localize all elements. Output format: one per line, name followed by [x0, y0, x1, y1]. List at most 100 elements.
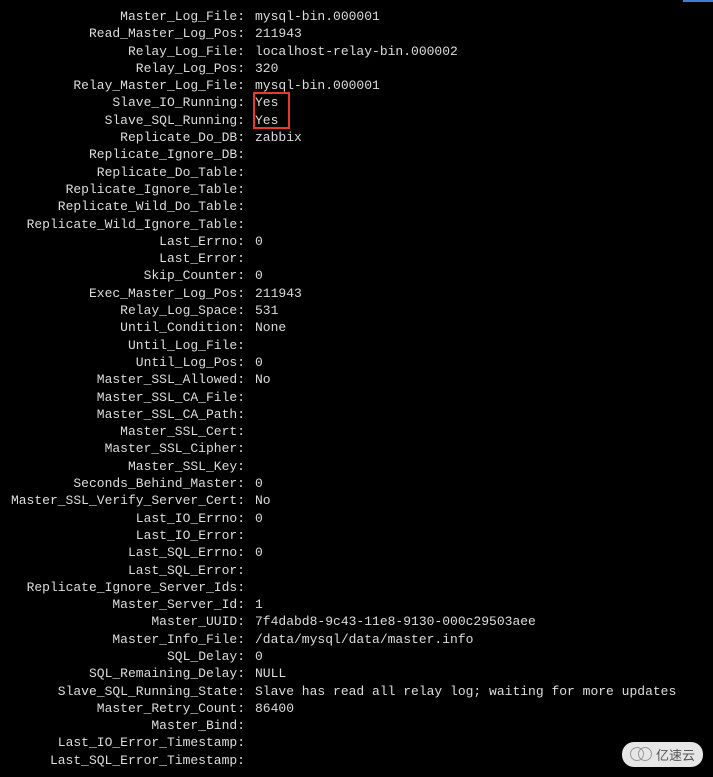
status-row: Master_SSL_Cipher:: [0, 440, 713, 457]
status-label: Last_IO_Error_Timestamp:: [0, 734, 249, 751]
status-row: Exec_Master_Log_Pos:211943: [0, 285, 713, 302]
status-row: Replicate_Ignore_Server_Ids:: [0, 579, 713, 596]
status-label: Master_Bind:: [0, 717, 249, 734]
status-value: [249, 216, 713, 233]
status-row: Master_Retry_Count:86400: [0, 700, 713, 717]
status-row: Relay_Log_File:localhost-relay-bin.00000…: [0, 43, 713, 60]
status-label: Master_SSL_Allowed:: [0, 371, 249, 388]
status-value: [249, 389, 713, 406]
status-row: Last_Errno:0: [0, 233, 713, 250]
status-row: Last_SQL_Error_Timestamp:: [0, 752, 713, 769]
status-label: Skip_Counter:: [0, 267, 249, 284]
status-value: Slave has read all relay log; waiting fo…: [249, 683, 713, 700]
status-row: Last_IO_Error:: [0, 527, 713, 544]
status-value: [249, 146, 713, 163]
status-label: Replicate_Ignore_Table:: [0, 181, 249, 198]
status-row: Relay_Log_Pos:320: [0, 60, 713, 77]
status-label: Master_SSL_Cert:: [0, 423, 249, 440]
status-label: Last_SQL_Errno:: [0, 544, 249, 561]
status-label: SQL_Remaining_Delay:: [0, 665, 249, 682]
status-label: Until_Condition:: [0, 319, 249, 336]
status-label: Relay_Master_Log_File:: [0, 77, 249, 94]
status-row: Last_SQL_Errno:0: [0, 544, 713, 561]
status-row: Master_SSL_CA_Path:: [0, 406, 713, 423]
status-value: 86400: [249, 700, 713, 717]
status-row: Replicate_Wild_Ignore_Table:: [0, 216, 713, 233]
status-value: 0: [249, 475, 713, 492]
status-value: /data/mysql/data/master.info: [249, 631, 713, 648]
status-label: Last_Error:: [0, 250, 249, 267]
status-row: Replicate_Wild_Do_Table:: [0, 198, 713, 215]
status-value: No: [249, 492, 713, 509]
status-value: 0: [249, 510, 713, 527]
status-label: Master_SSL_Verify_Server_Cert:: [0, 492, 249, 509]
status-row: Master_Log_File:mysql-bin.000001: [0, 8, 713, 25]
status-value: mysql-bin.000001: [249, 77, 713, 94]
status-row: Replicate_Do_Table:: [0, 164, 713, 181]
status-value: 531: [249, 302, 713, 319]
watermark-text: 亿速云: [656, 745, 695, 764]
watermark: 亿速云: [622, 742, 703, 767]
status-value: [249, 717, 713, 734]
status-value: 0: [249, 233, 713, 250]
status-value: Yes: [249, 112, 713, 129]
status-row: Master_SSL_Key:: [0, 458, 713, 475]
status-row: Until_Log_Pos:0: [0, 354, 713, 371]
status-value: NULL: [249, 665, 713, 682]
highlighted-value: Yes: [255, 94, 278, 111]
status-value: 0: [249, 354, 713, 371]
status-value: [249, 423, 713, 440]
status-value: [249, 164, 713, 181]
status-row: Master_Info_File:/data/mysql/data/master…: [0, 631, 713, 648]
status-label: Replicate_Wild_Do_Table:: [0, 198, 249, 215]
status-value: 7f4dabd8-9c43-11e8-9130-000c29503aee: [249, 613, 713, 630]
status-label: Master_SSL_CA_File:: [0, 389, 249, 406]
status-row: Seconds_Behind_Master:0: [0, 475, 713, 492]
status-row: Master_SSL_Allowed:No: [0, 371, 713, 388]
status-value: 211943: [249, 285, 713, 302]
status-value: [249, 527, 713, 544]
status-value: 320: [249, 60, 713, 77]
status-row: Master_SSL_Verify_Server_Cert:No: [0, 492, 713, 509]
status-row: Replicate_Do_DB:zabbix: [0, 129, 713, 146]
status-row: Master_Bind:: [0, 717, 713, 734]
status-value: No: [249, 371, 713, 388]
status-label: Master_SSL_Key:: [0, 458, 249, 475]
status-label: Master_SSL_CA_Path:: [0, 406, 249, 423]
status-row: Slave_SQL_Running:Yes: [0, 112, 713, 129]
status-row: Relay_Log_Space:531: [0, 302, 713, 319]
status-value: None: [249, 319, 713, 336]
status-value: [249, 198, 713, 215]
status-row: Relay_Master_Log_File:mysql-bin.000001: [0, 77, 713, 94]
status-value: [249, 579, 713, 596]
status-label: Replicate_Wild_Ignore_Table:: [0, 216, 249, 233]
status-label: Last_SQL_Error_Timestamp:: [0, 752, 249, 769]
status-label: Read_Master_Log_Pos:: [0, 25, 249, 42]
status-label: Master_SSL_Cipher:: [0, 440, 249, 457]
status-value: [249, 562, 713, 579]
status-value: [249, 250, 713, 267]
status-row: SQL_Delay:0: [0, 648, 713, 665]
status-row: SQL_Remaining_Delay:NULL: [0, 665, 713, 682]
status-label: Until_Log_Pos:: [0, 354, 249, 371]
status-label: Until_Log_File:: [0, 337, 249, 354]
status-label: Slave_SQL_Running:: [0, 112, 249, 129]
status-row: Read_Master_Log_Pos:211943: [0, 25, 713, 42]
status-row: Until_Log_File:: [0, 337, 713, 354]
status-label: Relay_Log_Space:: [0, 302, 249, 319]
status-label: Master_Server_Id:: [0, 596, 249, 613]
status-value: [249, 337, 713, 354]
status-row: Last_IO_Error_Timestamp:: [0, 734, 713, 751]
status-value: 0: [249, 648, 713, 665]
status-value: mysql-bin.000001: [249, 8, 713, 25]
terminal-output: Master_Log_File:mysql-bin.000001Read_Mas…: [0, 0, 713, 769]
status-label: Master_Retry_Count:: [0, 700, 249, 717]
status-label: Last_Errno:: [0, 233, 249, 250]
status-label: Replicate_Do_DB:: [0, 129, 249, 146]
status-value: 0: [249, 544, 713, 561]
status-value: zabbix: [249, 129, 713, 146]
status-label: Master_UUID:: [0, 613, 249, 630]
status-row: Slave_SQL_Running_State:Slave has read a…: [0, 683, 713, 700]
status-value-text: Yes: [255, 95, 278, 110]
status-label: Relay_Log_File:: [0, 43, 249, 60]
